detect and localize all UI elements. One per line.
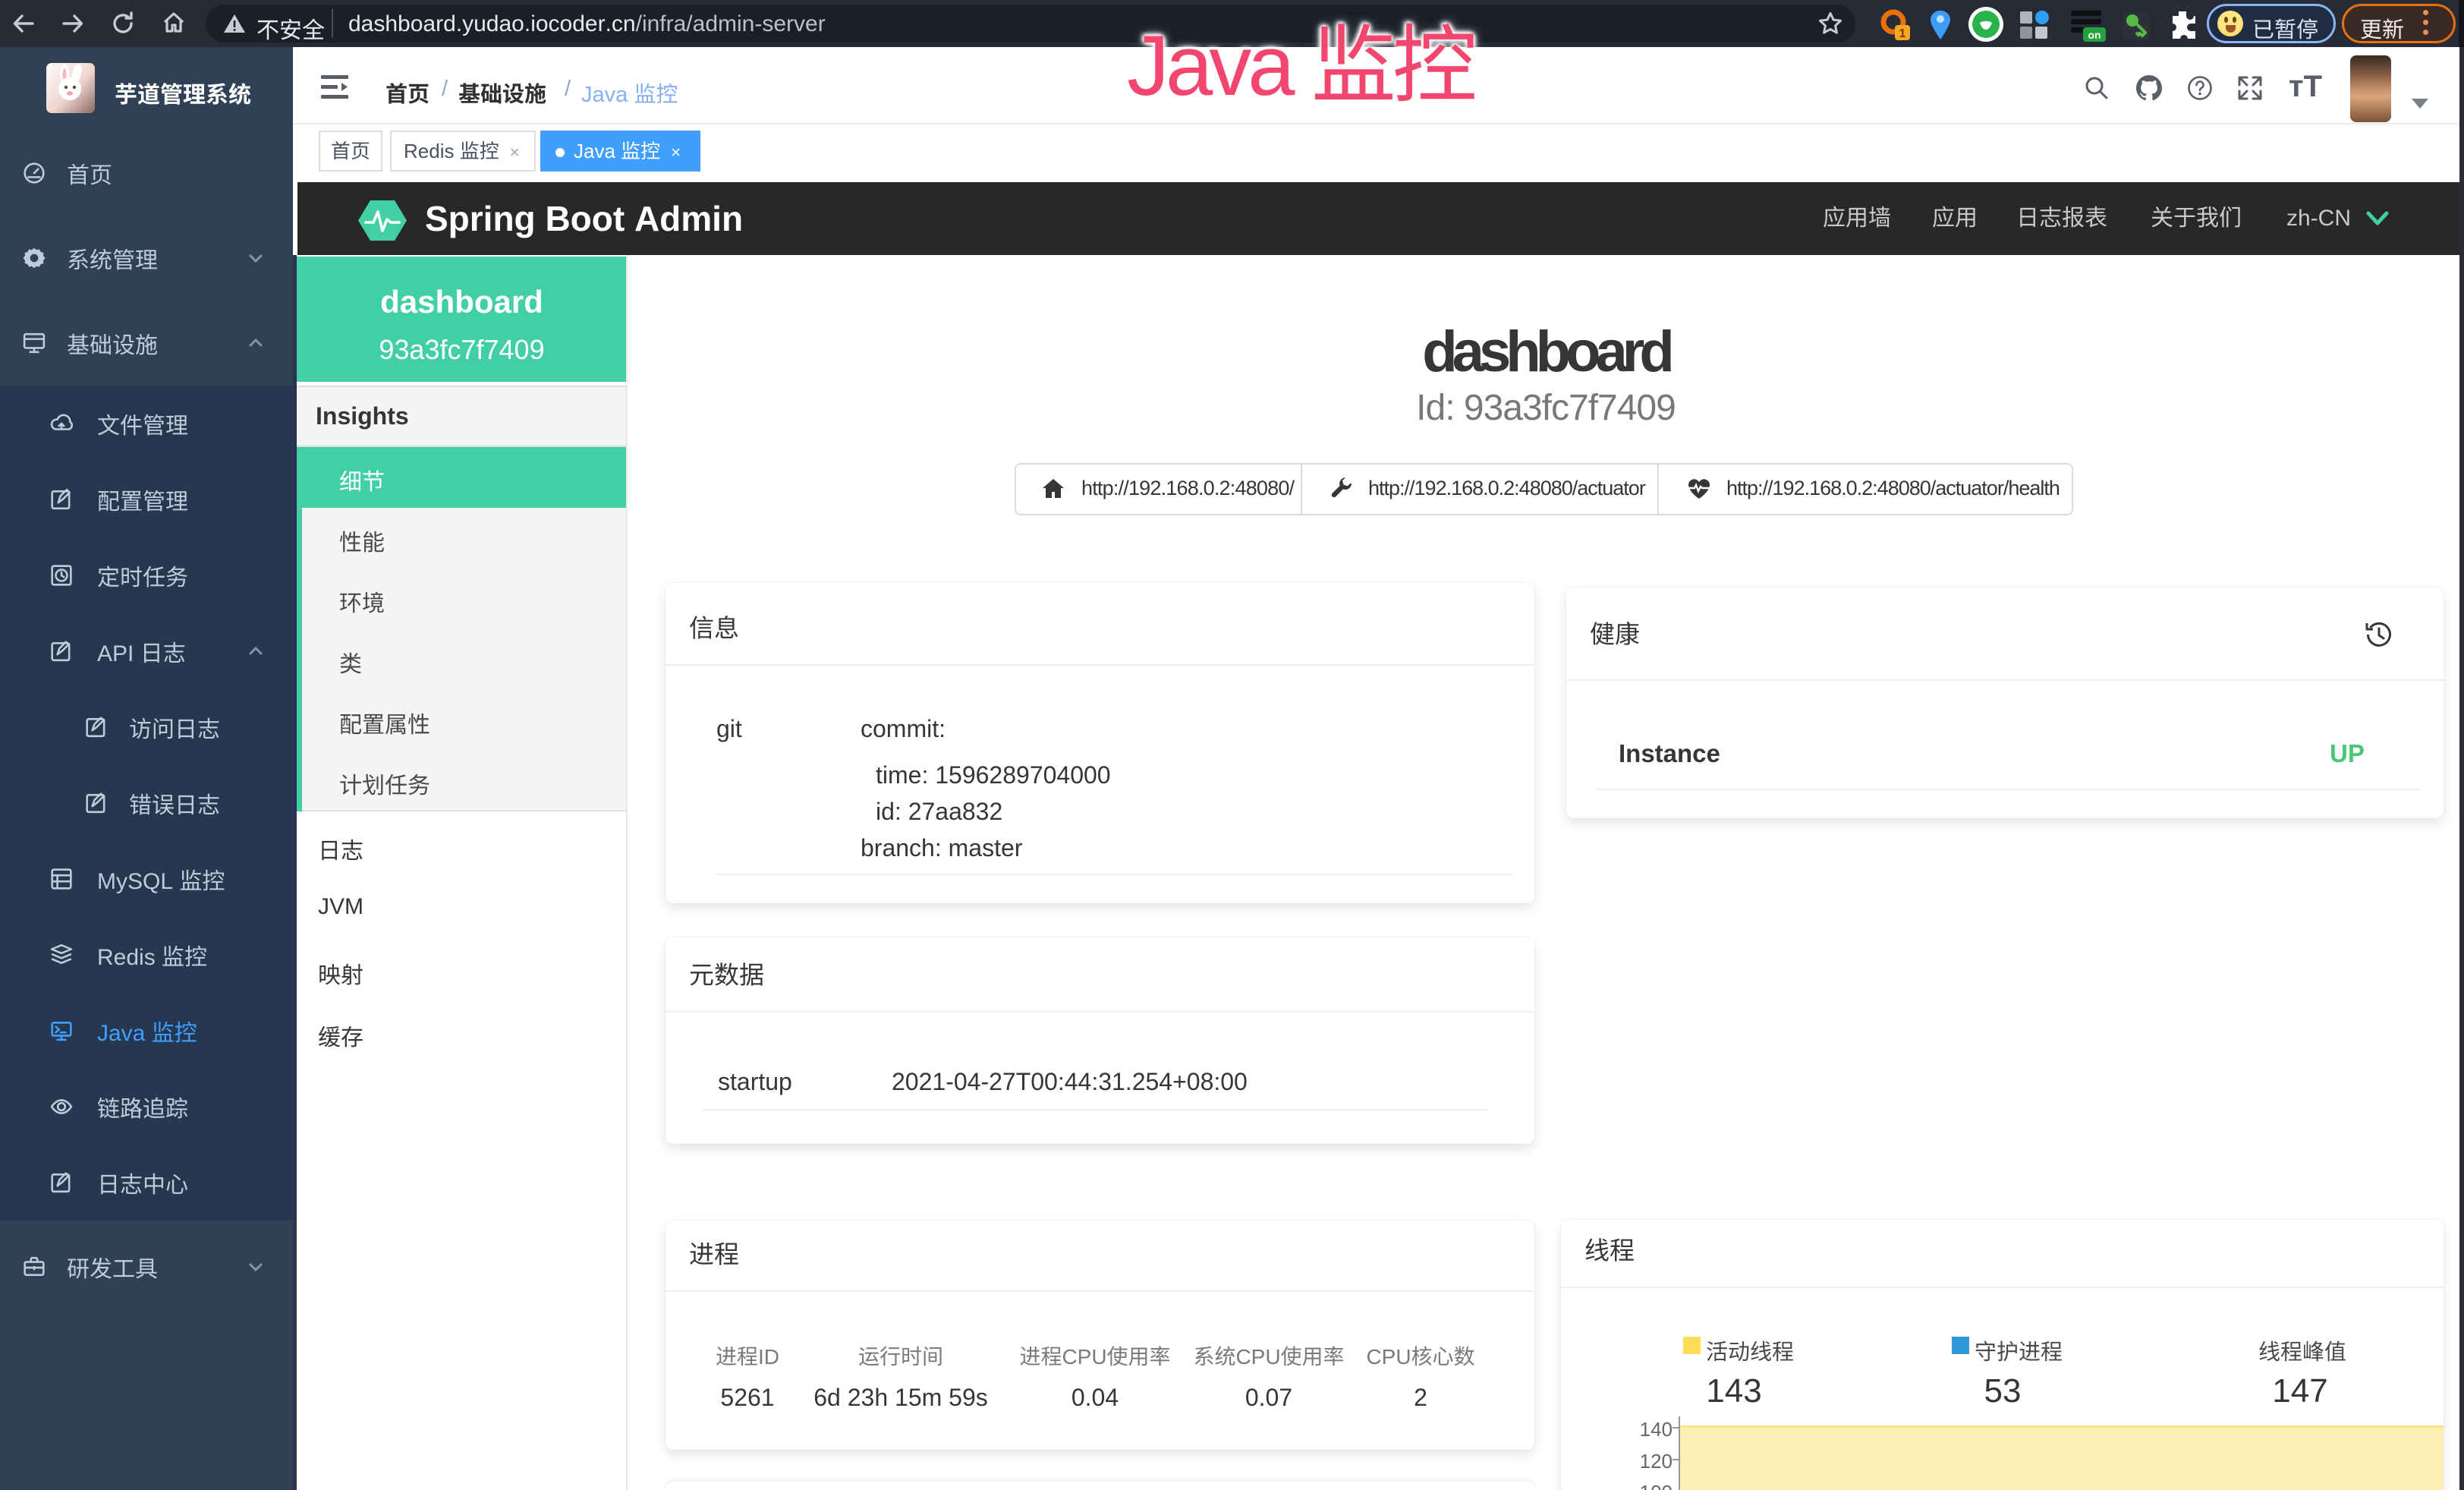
svg-text:on: on	[2088, 29, 2101, 41]
svg-text:1: 1	[1899, 27, 1906, 40]
